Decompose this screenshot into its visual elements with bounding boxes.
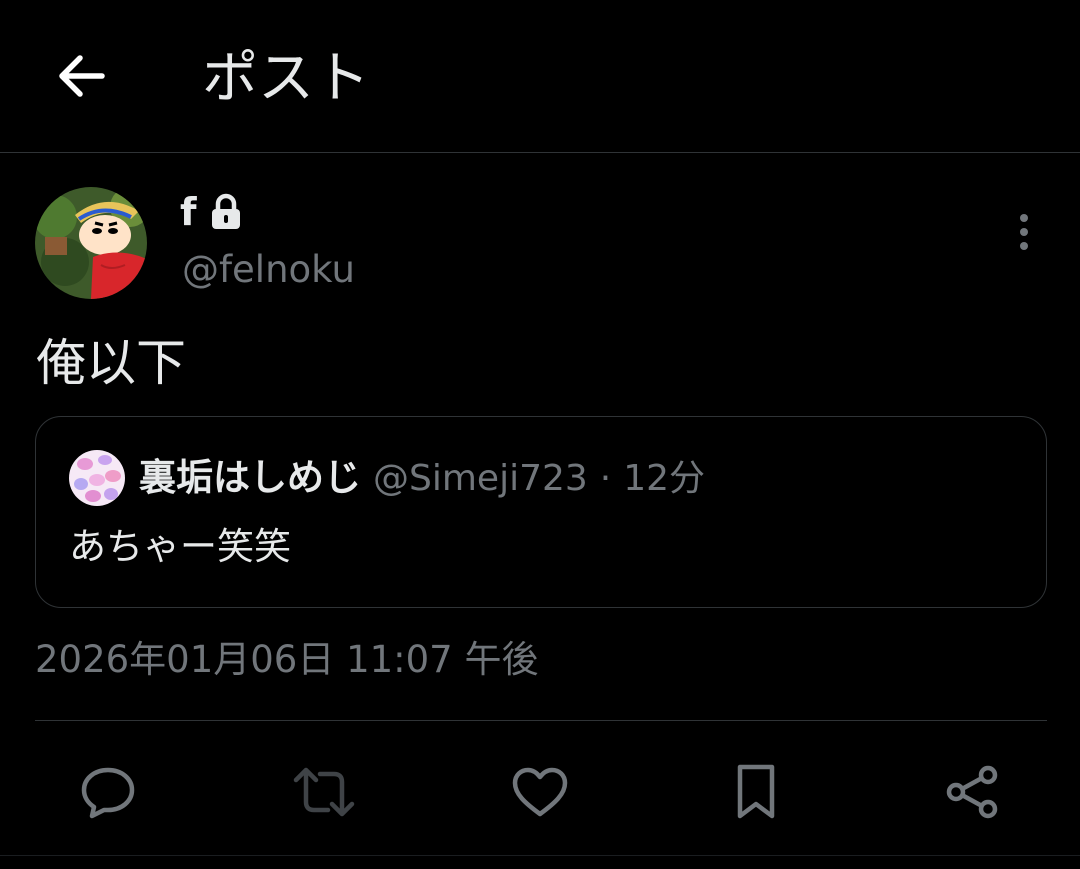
bottom-divider [0, 855, 1080, 856]
author-display-name: f [180, 190, 197, 234]
bookmark-icon [737, 764, 775, 819]
comment-icon [81, 767, 135, 819]
repost-icon [293, 767, 355, 817]
share-icon [946, 765, 998, 819]
lock-icon [211, 193, 240, 229]
divider [35, 720, 1047, 721]
meta-separator: · [599, 458, 612, 499]
quoted-avatar-image [69, 450, 125, 506]
post-text: 俺以下 [36, 334, 186, 392]
reply-button[interactable] [76, 760, 140, 824]
page-title: ポスト [202, 46, 370, 111]
author-handle[interactable]: @felnoku [182, 246, 355, 294]
quoted-post-time: 12分 [623, 458, 706, 499]
quoted-author-handle: @Simeji723 [373, 458, 588, 499]
more-vertical-icon [1020, 214, 1028, 250]
more-options-button[interactable] [1004, 210, 1044, 254]
bookmark-button[interactable] [724, 760, 788, 824]
quoted-post-text: あちゃー笑笑 [69, 525, 291, 568]
avatar-image [35, 187, 147, 299]
quoted-author-name: 裏垢はしめじ [139, 456, 361, 499]
author-avatar[interactable] [35, 187, 147, 299]
like-button[interactable] [508, 760, 572, 824]
quoted-post-meta: 裏垢はしめじ @Simeji723 · 12分 [139, 450, 705, 507]
repost-button[interactable] [292, 760, 356, 824]
heart-icon [512, 767, 568, 817]
quoted-author-avatar [69, 450, 125, 506]
share-button[interactable] [940, 760, 1004, 824]
top-bar: ポスト [0, 0, 1080, 153]
back-button[interactable] [48, 46, 112, 106]
arrow-left-icon [59, 55, 105, 97]
post-timestamp[interactable]: 2026年01月06日 11:07 午後 [35, 634, 538, 686]
author-name-row[interactable]: f [180, 190, 243, 234]
quoted-post-card[interactable]: 裏垢はしめじ @Simeji723 · 12分 あちゃー笑笑 [35, 416, 1047, 608]
